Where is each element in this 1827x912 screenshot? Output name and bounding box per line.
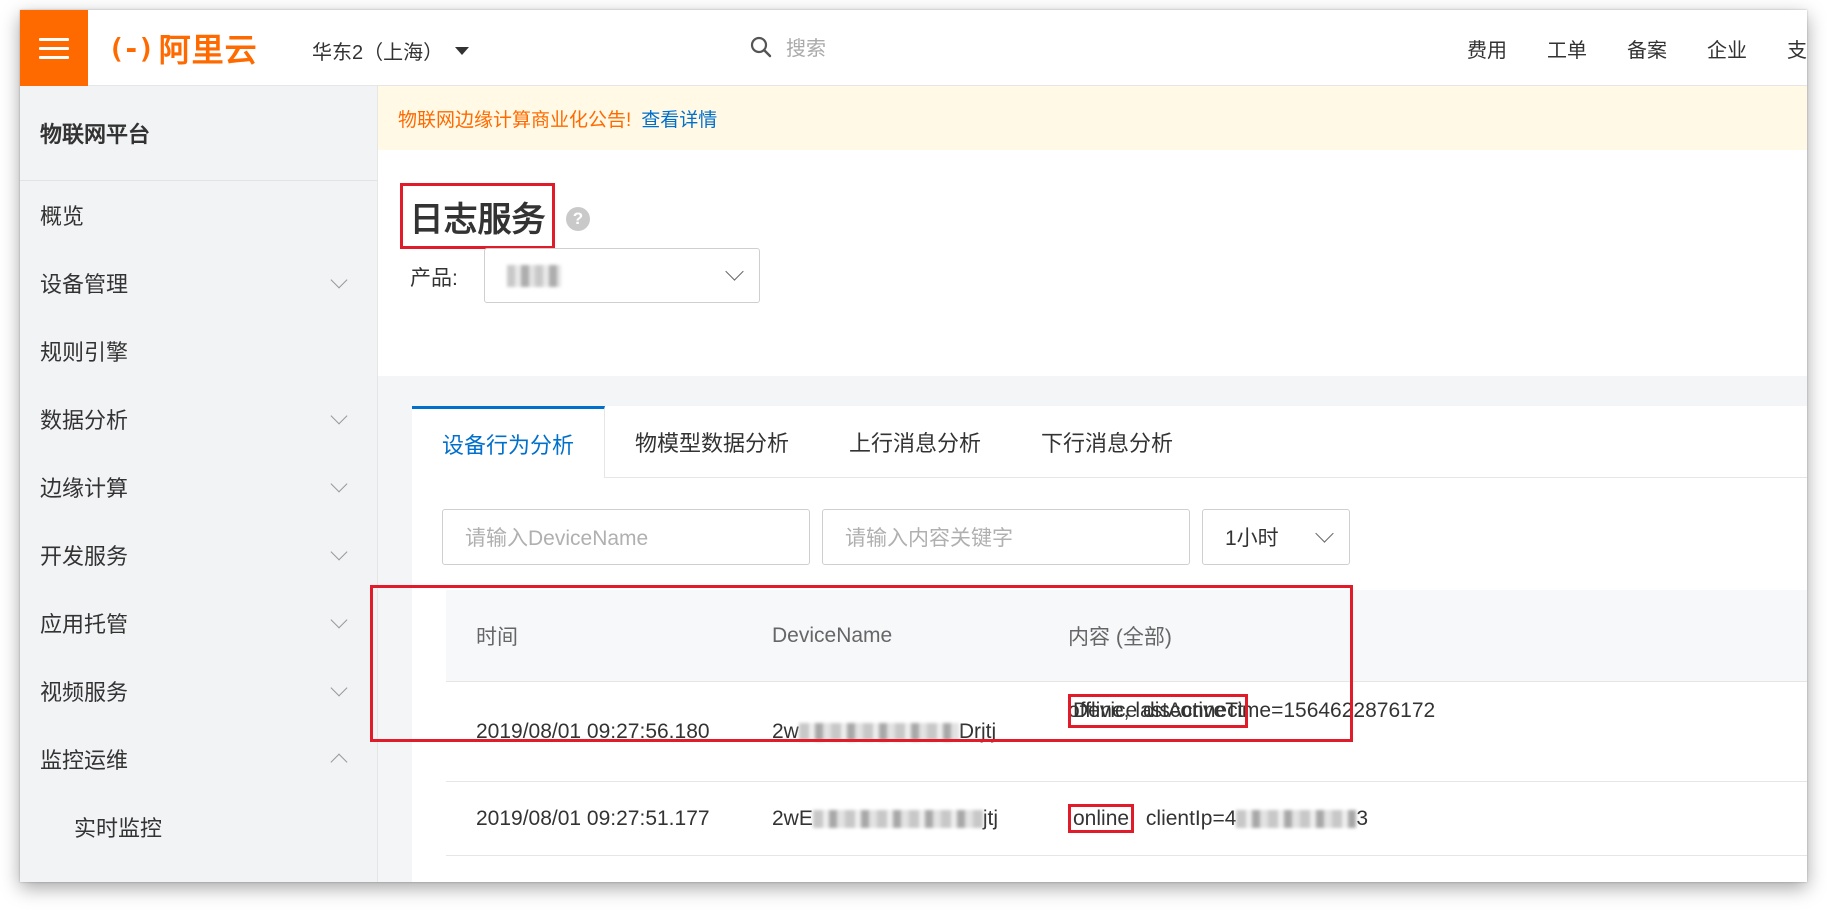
logo-text: 阿里云 <box>158 32 258 68</box>
chevron-down-icon <box>330 407 348 425</box>
sidebar-item-data-analysis[interactable]: 数据分析 <box>20 385 377 453</box>
sidebar-item-label: 规则引擎 <box>40 340 129 365</box>
sidebar-item-dev-services[interactable]: 开发服务 <box>20 521 377 589</box>
chevron-up-icon <box>330 753 348 771</box>
chevron-down-icon <box>330 611 348 629</box>
aliyun-logo[interactable]: (-) 阿里云 <box>108 31 258 69</box>
help-icon[interactable]: ? <box>566 207 590 231</box>
nav-support[interactable]: 支 <box>1787 34 1807 63</box>
sidebar-item-label: 实时监控 <box>74 816 163 841</box>
time-range-select[interactable]: 1小时 <box>1202 509 1350 565</box>
chevron-down-icon <box>330 679 348 697</box>
region-label: 华东2（上海） <box>312 42 444 64</box>
search-icon <box>750 36 772 57</box>
device-name-redacted <box>812 809 983 828</box>
chevron-down-icon <box>725 262 744 281</box>
device-name-input[interactable]: 请输入DeviceName <box>442 509 810 565</box>
client-ip-prefix: clientIp=4 <box>1145 806 1237 830</box>
row-time: 2019/08/01 09:27:51.177 <box>476 806 710 830</box>
chevron-down-icon <box>1315 524 1334 543</box>
keyword-input[interactable]: 请输入内容关键字 <box>822 509 1190 565</box>
nav-icp[interactable]: 备案 <box>1627 34 1667 63</box>
sidebar-item-device-management[interactable]: 设备管理 <box>20 249 377 317</box>
product-label: 产品: <box>410 267 458 290</box>
sidebar-item-label: 设备管理 <box>40 272 129 297</box>
sidebar-item-label: 开发服务 <box>40 544 129 569</box>
sidebar-item-label: 视频服务 <box>40 680 129 705</box>
sidebar-item-rule-engine[interactable]: 规则引擎 <box>20 317 377 385</box>
sidebar: 物联网平台 概览 设备管理 规则引擎 数据分析 边缘计算 开发服务 应用托管 视… <box>20 86 378 882</box>
time-range-value: 1小时 <box>1225 527 1279 550</box>
device-name-placeholder: 请输入DeviceName <box>465 527 649 550</box>
sidebar-item-monitoring[interactable]: 监控运维 <box>20 725 377 793</box>
search-box[interactable]: 搜索 <box>750 32 826 61</box>
sidebar-item-video-services[interactable]: 视频服务 <box>20 657 377 725</box>
main-content: 物联网边缘计算商业化公告! 查看详情 日志服务 ? 产品: 设备行为分析 物模型… <box>378 86 1807 882</box>
nav-tickets[interactable]: 工单 <box>1547 34 1587 63</box>
region-selector[interactable]: 华东2（上海） <box>312 36 470 65</box>
tab-upstream-messages[interactable]: 上行消息分析 <box>819 406 1011 477</box>
tab-thing-model-data[interactable]: 物模型数据分析 <box>605 406 819 477</box>
row-content: online clientIp=4 3 <box>1068 803 1369 833</box>
tab-bar: 设备行为分析 物模型数据分析 上行消息分析 下行消息分析 <box>412 406 1807 478</box>
nav-fees[interactable]: 费用 <box>1467 34 1507 63</box>
sidebar-item-overview[interactable]: 概览 <box>20 181 377 249</box>
sidebar-item-app-hosting[interactable]: 应用托管 <box>20 589 377 657</box>
tab-downstream-messages[interactable]: 下行消息分析 <box>1011 406 1203 477</box>
highlight-box-rows <box>370 585 1353 742</box>
product-select[interactable] <box>484 248 760 303</box>
sidebar-item-label: 概览 <box>40 204 85 229</box>
chevron-down-icon <box>330 475 348 493</box>
sidebar-item-label: 数据分析 <box>40 408 129 433</box>
highlighted-status: online <box>1068 803 1135 833</box>
sidebar-item-label: 边缘计算 <box>40 476 129 501</box>
sidebar-item-edge-computing[interactable]: 边缘计算 <box>20 453 377 521</box>
keyword-placeholder: 请输入内容关键字 <box>845 527 1013 550</box>
logo-mark: (-) <box>108 31 155 65</box>
notice-text: 物联网边缘计算商业化公告! <box>398 109 632 131</box>
chevron-down-icon <box>330 543 348 561</box>
sidebar-title: 物联网平台 <box>20 86 377 181</box>
client-ip-suffix: 3 <box>1356 806 1369 830</box>
menu-icon[interactable] <box>20 10 88 86</box>
chevron-down-icon <box>330 271 348 289</box>
sidebar-item-label: 监控运维 <box>40 748 129 773</box>
console-window: (-) 阿里云 华东2（上海） 搜索 费用 工单 备案 企业 支 物联网平台 概… <box>20 10 1807 882</box>
client-ip-redacted <box>1236 809 1357 828</box>
sidebar-item-realtime-monitoring[interactable]: 实时监控 <box>20 793 377 861</box>
notice-link[interactable]: 查看详情 <box>641 105 717 132</box>
tab-device-behavior[interactable]: 设备行为分析 <box>412 406 606 478</box>
device-name-prefix: 2wE <box>772 806 813 830</box>
product-value-redacted <box>507 265 561 287</box>
top-nav: 费用 工单 备案 企业 支 <box>1467 34 1807 63</box>
device-name-suffix: jtj <box>982 806 999 830</box>
table-row: 2019/08/01 09:27:51.177 2wE jtj online cl… <box>446 782 1807 856</box>
row-device-name: 2wE jtj <box>772 807 998 831</box>
caret-down-icon <box>455 46 470 55</box>
search-placeholder: 搜索 <box>786 38 826 60</box>
nav-enterprise[interactable]: 企业 <box>1707 34 1747 63</box>
notice-bar: 物联网边缘计算商业化公告! 查看详情 <box>378 86 1807 150</box>
top-bar: (-) 阿里云 华东2（上海） 搜索 费用 工单 备案 企业 支 <box>20 10 1807 86</box>
page-title: 日志服务 <box>400 183 555 249</box>
sidebar-item-label: 应用托管 <box>40 612 129 637</box>
